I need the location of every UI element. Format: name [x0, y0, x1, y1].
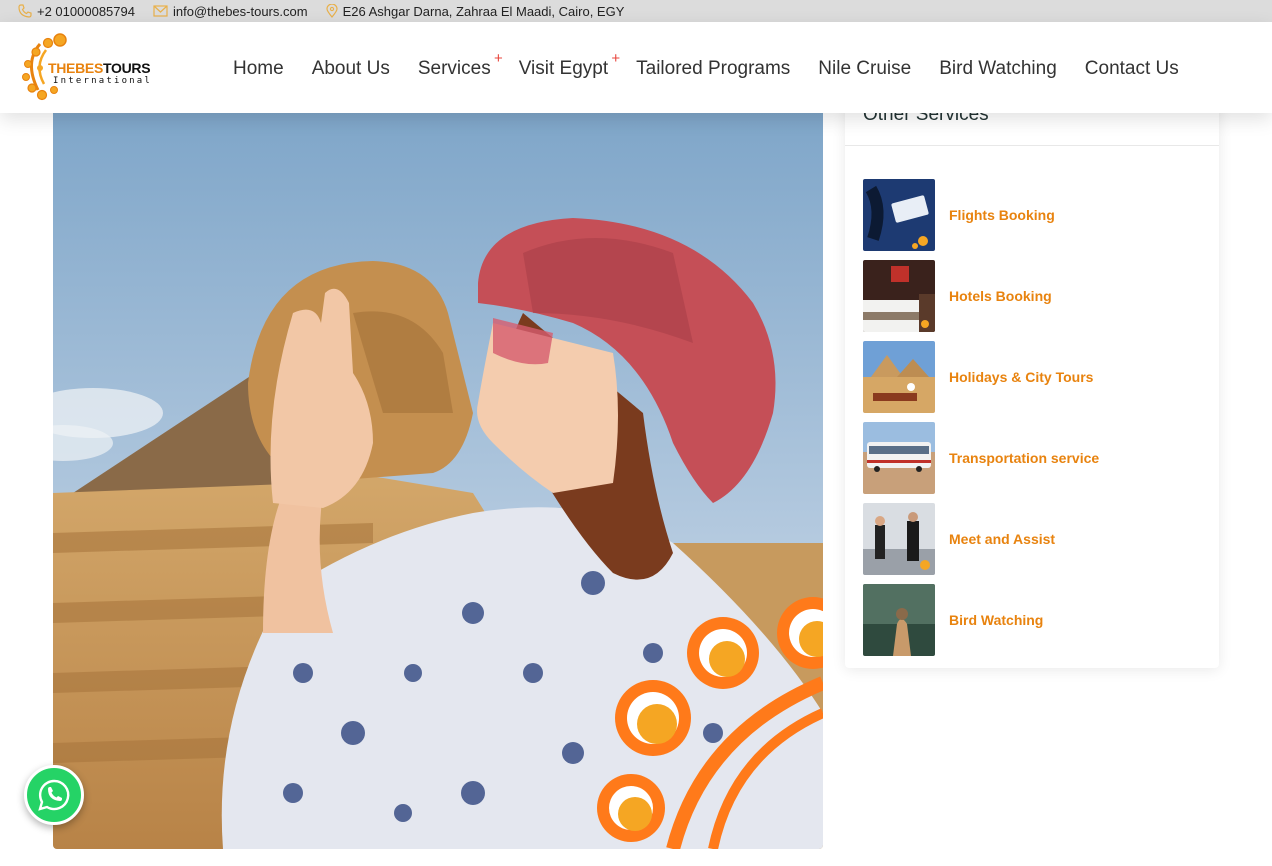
- bus-thumbnail: [863, 421, 935, 494]
- nav-tailored-programs-label: Tailored Programs: [636, 58, 791, 79]
- whatsapp-button[interactable]: [24, 765, 84, 825]
- service-label: Holidays & City Tours: [949, 368, 1094, 385]
- submenu-plus-icon: +: [493, 50, 503, 67]
- service-item-holidays[interactable]: Holidays & City Tours: [863, 336, 1099, 417]
- logo-brand-part1: THEBES: [48, 60, 103, 76]
- nav-nile-cruise-label: Nile Cruise: [818, 58, 912, 79]
- service-item-meet-assist[interactable]: Meet and Assist: [863, 498, 1099, 579]
- nav-home[interactable]: Home: [233, 58, 284, 80]
- service-item-hotels[interactable]: Hotels Booking: [863, 255, 1099, 336]
- service-label: Flights Booking: [949, 206, 1055, 223]
- phone-contact[interactable]: +2 01000085794: [18, 4, 135, 19]
- nav-contact[interactable]: Contact Us: [1085, 58, 1179, 80]
- nav-home-label: Home: [233, 58, 284, 79]
- nav-about-label: About Us: [311, 58, 390, 79]
- nav-about[interactable]: About Us: [312, 58, 390, 80]
- contact-topbar: +2 01000085794 info@thebes-tours.com E26…: [0, 0, 1272, 22]
- email-contact[interactable]: info@thebes-tours.com: [153, 4, 308, 19]
- site-header: THEBESTOURS International Home About Us …: [0, 22, 1272, 113]
- nav-visit-egypt-label: Visit Egypt: [518, 58, 609, 79]
- bird-thumbnail: [863, 583, 935, 656]
- sidebar-divider: [845, 145, 1219, 146]
- services-list: Flights Booking Hotels Booking Holidays …: [863, 174, 1099, 660]
- service-label: Hotels Booking: [949, 287, 1052, 304]
- nav-bird-watching-label: Bird Watching: [939, 58, 1057, 79]
- service-hero-image: [53, 113, 823, 849]
- map-pin-icon: [325, 4, 338, 18]
- assist-thumbnail: [863, 502, 935, 575]
- envelope-icon: [153, 5, 168, 17]
- nav-nile-cruise[interactable]: Nile Cruise: [818, 58, 911, 80]
- phone-icon: [18, 4, 32, 18]
- logo-brand: THEBESTOURS: [48, 60, 151, 76]
- main-nav: Home About Us Services + Visit Egypt + Tai…: [233, 50, 1207, 80]
- sphinx-photo-illustration: [53, 113, 823, 849]
- service-label: Transportation service: [949, 449, 1100, 466]
- email-text: info@thebes-tours.com: [172, 3, 308, 19]
- submenu-plus-icon: +: [611, 50, 621, 67]
- service-label: Meet and Assist: [949, 530, 1056, 547]
- nav-tailored-programs[interactable]: Tailored Programs: [636, 58, 790, 80]
- nav-contact-label: Contact Us: [1084, 58, 1179, 79]
- address-text: E26 Ashgar Darna, Zahraa El Maadi, Cairo…: [342, 3, 625, 19]
- service-label: Bird Watching: [949, 611, 1044, 628]
- logo-brand-part2: TOURS: [103, 60, 151, 76]
- service-item-flights[interactable]: Flights Booking: [863, 174, 1099, 255]
- flight-thumbnail: [863, 178, 935, 251]
- service-item-bird-watching[interactable]: Bird Watching: [863, 579, 1099, 660]
- tour-thumbnail: [863, 340, 935, 413]
- nav-bird-watching[interactable]: Bird Watching: [939, 58, 1057, 80]
- address-contact: E26 Ashgar Darna, Zahraa El Maadi, Cairo…: [325, 3, 625, 19]
- other-services-sidebar: Other Services Flights Booking Hotels Bo…: [845, 80, 1219, 668]
- nav-visit-egypt[interactable]: Visit Egypt +: [518, 50, 620, 80]
- nav-services[interactable]: Services +: [417, 50, 503, 80]
- site-logo[interactable]: THEBESTOURS International: [18, 32, 151, 102]
- hotel-thumbnail: [863, 259, 935, 332]
- phone-text: +2 01000085794: [37, 3, 135, 19]
- nav-services-label: Services: [417, 58, 491, 79]
- service-item-transportation[interactable]: Transportation service: [863, 417, 1099, 498]
- whatsapp-icon: [38, 779, 70, 811]
- logo-subtitle: International: [53, 76, 153, 86]
